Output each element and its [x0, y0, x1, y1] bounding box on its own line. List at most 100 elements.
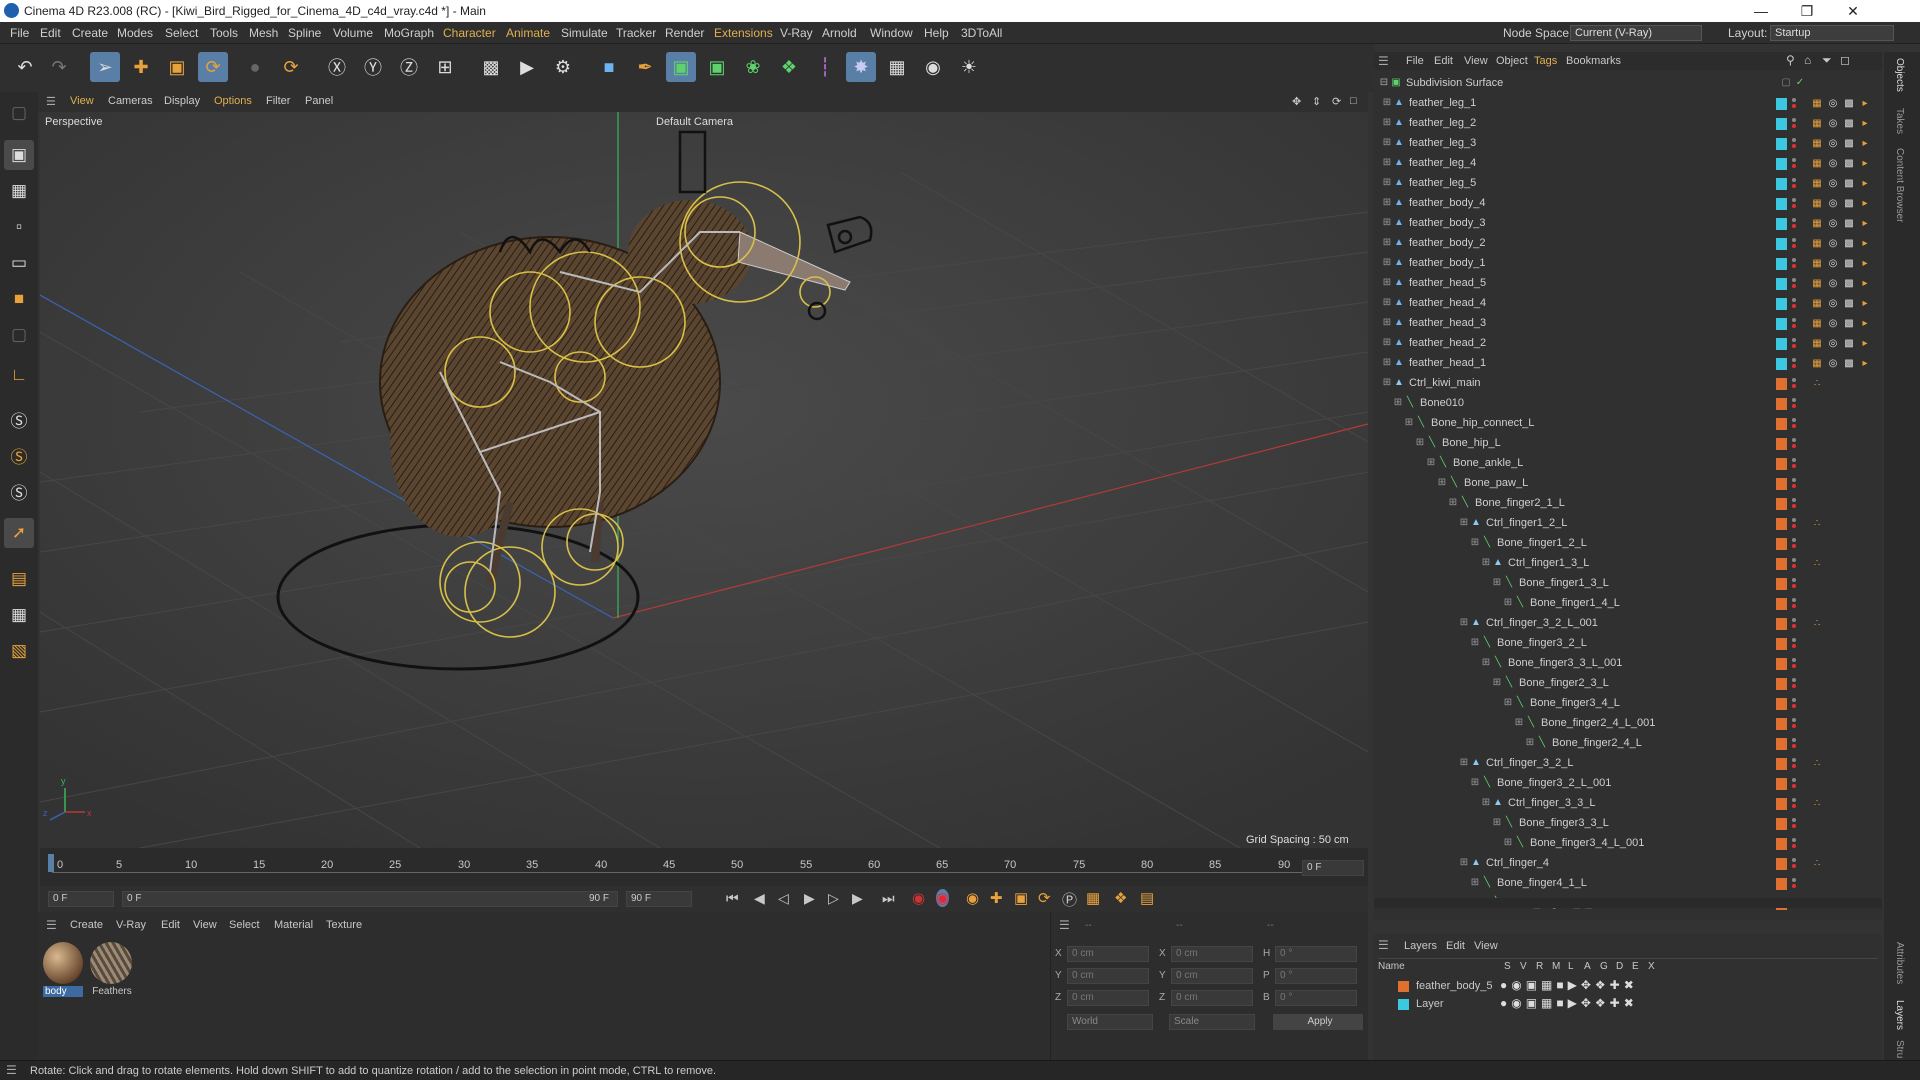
expand-icon[interactable]: ⊞	[1381, 157, 1393, 169]
layer-color-swatch[interactable]	[1776, 378, 1787, 390]
extrude-generator-icon[interactable]: ▣	[702, 52, 732, 82]
visibility-dots[interactable]	[1792, 136, 1797, 152]
current-frame-field[interactable]: 0 F	[48, 891, 114, 907]
object-scrollbar-h[interactable]	[1374, 898, 1882, 908]
points-mode-icon[interactable]: ▫	[4, 212, 34, 242]
visibility-dots[interactable]	[1792, 176, 1797, 192]
texture-mode-icon[interactable]: ▦	[4, 176, 34, 206]
visibility-dots[interactable]	[1792, 596, 1797, 612]
scene-object-icon[interactable]: ✸	[846, 52, 876, 82]
edges-mode-icon[interactable]: ▭	[4, 248, 34, 278]
expand-icon[interactable]: ⊞	[1392, 397, 1404, 409]
visibility-dots[interactable]	[1792, 616, 1797, 632]
material-tag-icon[interactable]: ◎	[1826, 357, 1840, 371]
vray-tag-icon[interactable]: ▸	[1858, 277, 1872, 291]
object-row[interactable]: ⊞ ╲ Bone_finger2_3_L	[1374, 674, 1882, 694]
scale-icon[interactable]: ▣	[162, 52, 192, 82]
viewport-menu-panel[interactable]: Panel	[305, 95, 333, 107]
vray-tag-icon[interactable]: ▸	[1858, 257, 1872, 271]
expand-icon[interactable]: ⊞	[1381, 357, 1393, 369]
rot-b-field[interactable]: 0 °	[1275, 990, 1357, 1006]
visibility-dots[interactable]	[1792, 436, 1797, 452]
material-tag-icon[interactable]: ◎	[1826, 157, 1840, 171]
layer-color-swatch[interactable]	[1776, 158, 1787, 170]
menu-mograph[interactable]: MoGraph	[384, 26, 434, 40]
snap-settings-icon[interactable]: Ⓢ	[4, 440, 34, 470]
object-row[interactable]: ⊞ ▲ Ctrl_kiwi_main ∴	[1374, 374, 1882, 394]
expand-icon[interactable]: ⊞	[1458, 757, 1470, 769]
timeline-ruler[interactable]: 0 5 10 15 20 25 30 35 40 45 50 55 60 65 …	[40, 848, 1368, 886]
layer-color-swatch[interactable]	[1776, 818, 1787, 830]
play-icon[interactable]: ▶	[804, 890, 815, 907]
material-tag-icon[interactable]: ◎	[1826, 177, 1840, 191]
expand-icon[interactable]: ⊞	[1381, 277, 1393, 289]
object-row[interactable]: ⊞ ▲ Ctrl_finger1_2_L ∴	[1374, 514, 1882, 534]
object-row[interactable]: ⊞ ╲ Bone010	[1374, 394, 1882, 414]
expand-icon[interactable]: ⊞	[1469, 777, 1481, 789]
apply-button[interactable]: Apply	[1273, 1014, 1363, 1030]
node-space-select[interactable]: Current (V-Ray)	[1570, 25, 1702, 41]
make-editable-icon[interactable]: ▢	[4, 98, 34, 128]
layer-color-swatch[interactable]	[1776, 438, 1787, 450]
object-row[interactable]: ⊞ ╲ Bone_finger3_4_L	[1374, 694, 1882, 714]
expand-icon[interactable]: ⊞	[1381, 297, 1393, 309]
grid-icon[interactable]: ▦	[4, 600, 34, 630]
expand-icon[interactable]: ⊞	[1513, 717, 1525, 729]
expand-icon[interactable]: ⊞	[1381, 117, 1393, 129]
pos-x-field[interactable]: 0 cm	[1067, 946, 1149, 962]
viewport-menu-display[interactable]: Display	[164, 95, 200, 107]
key-scale-icon[interactable]: ▣	[1014, 889, 1028, 907]
object-row[interactable]: ⊞ ╲ Bone_finger3_3_L	[1374, 814, 1882, 834]
texture-tag-icon[interactable]: ▦	[1810, 357, 1824, 371]
tab-attributes[interactable]: Attributes	[1894, 942, 1905, 984]
layer-color-swatch[interactable]	[1398, 981, 1409, 992]
enabled-check-icon[interactable]: ✓	[1794, 77, 1806, 89]
expand-icon[interactable]: ⊞	[1381, 237, 1393, 249]
visibility-dots[interactable]	[1792, 476, 1797, 492]
texture-tag-icon[interactable]: ▦	[1810, 217, 1824, 231]
vray-tag-icon[interactable]: ▸	[1858, 137, 1872, 151]
object-row[interactable]: ⊞ ╲ Bone_finger3_2_L_001	[1374, 774, 1882, 794]
mat-menu-vray[interactable]: V-Ray	[116, 919, 146, 931]
object-row[interactable]: ⊞ ╲ Bone_finger2_4_L	[1374, 734, 1882, 754]
material-hamburger-icon[interactable]: ☰	[46, 918, 57, 932]
viewport-camera-label[interactable]: Default Camera	[656, 116, 733, 128]
checker-tag-icon[interactable]: ▩	[1842, 257, 1856, 271]
viewport-menu-filter[interactable]: Filter	[266, 95, 290, 107]
playhead[interactable]	[48, 854, 54, 872]
checker-tag-icon[interactable]: ▩	[1842, 217, 1856, 231]
ik-tag-icon[interactable]: ∴	[1810, 857, 1824, 871]
mat-menu-view[interactable]: View	[193, 919, 217, 931]
layer-color-swatch[interactable]	[1776, 838, 1787, 850]
redo-icon[interactable]: ↷	[44, 52, 74, 82]
expand-icon[interactable]: ⊞	[1381, 337, 1393, 349]
menu-spline[interactable]: Spline	[288, 26, 321, 40]
layer-color-swatch[interactable]	[1776, 578, 1787, 590]
object-row[interactable]: ⊞ ▲ feather_head_5 ▦ ◎ ▩ ▸	[1374, 274, 1882, 294]
visibility-dots[interactable]	[1792, 196, 1797, 212]
menu-mesh[interactable]: Mesh	[249, 26, 278, 40]
status-hamburger-icon[interactable]: ☰	[6, 1063, 17, 1077]
material-tag-icon[interactable]: ◎	[1826, 137, 1840, 151]
expand-icon[interactable]: ⊞	[1403, 417, 1415, 429]
pen-spline-icon[interactable]: ✒	[630, 52, 660, 82]
layer-color-swatch[interactable]	[1776, 738, 1787, 750]
menu-tracker[interactable]: Tracker	[616, 26, 656, 40]
vray-tag-icon[interactable]: ▸	[1858, 337, 1872, 351]
autokey-icon[interactable]: ◉	[936, 889, 950, 907]
visibility-dots[interactable]	[1792, 156, 1797, 172]
vray-tag-icon[interactable]: ▸	[1858, 297, 1872, 311]
expand-icon[interactable]: ⊞	[1480, 797, 1492, 809]
render-settings-icon[interactable]: ⚙	[548, 52, 578, 82]
deformer-icon[interactable]: ❖	[774, 52, 804, 82]
layer-color-swatch[interactable]	[1776, 98, 1787, 110]
expand-icon[interactable]: ⊞	[1469, 537, 1481, 549]
texture-tag-icon[interactable]: ▦	[1810, 137, 1824, 151]
object-row[interactable]: ⊞ ╲ Bone_finger1_3_L	[1374, 574, 1882, 594]
object-row-root[interactable]: ⊟ ▣ Subdivision Surface ▢ ✓	[1374, 74, 1882, 94]
viewport-orbit-icon[interactable]: ⟳	[1332, 95, 1341, 108]
visibility-dots[interactable]	[1792, 676, 1797, 692]
menu-window[interactable]: Window	[870, 26, 913, 40]
visibility-dots[interactable]	[1792, 396, 1797, 412]
y-axis-lock-icon[interactable]: Ⓨ	[358, 52, 388, 82]
